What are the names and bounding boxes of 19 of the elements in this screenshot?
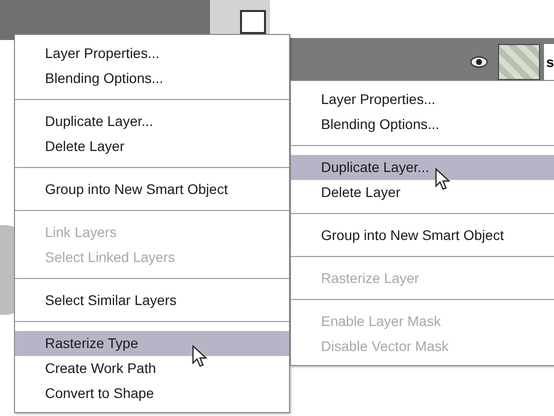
menu-item[interactable]: Blending Options... (15, 66, 289, 91)
menu-item[interactable]: Delete Layer (291, 180, 554, 205)
menu-item[interactable]: Convert to Shape (15, 381, 289, 406)
menu-item[interactable]: Duplicate Layer... (15, 109, 289, 134)
menu-item[interactable]: Layer Properties... (291, 87, 554, 112)
menu-item[interactable]: Rasterize Type (15, 331, 289, 356)
eye-icon (470, 56, 488, 68)
menu-item[interactable]: Create Work Path (15, 356, 289, 381)
menu-item[interactable]: Group into New Smart Object (291, 223, 554, 248)
menu-item[interactable]: Delete Layer (15, 134, 289, 159)
menu-item[interactable]: Layer Properties... (15, 41, 289, 66)
cursor-arrow-icon (192, 345, 208, 369)
layer-thumbnail (498, 44, 540, 80)
menu-item[interactable]: Group into New Smart Object (15, 177, 289, 202)
menu-item[interactable]: Duplicate Layer... (291, 155, 554, 180)
layer-name: s (544, 44, 554, 80)
menu-item[interactable]: Blending Options... (291, 112, 554, 137)
cursor-arrow-icon (435, 168, 451, 192)
menu-item[interactable]: Select Similar Layers (15, 288, 289, 313)
